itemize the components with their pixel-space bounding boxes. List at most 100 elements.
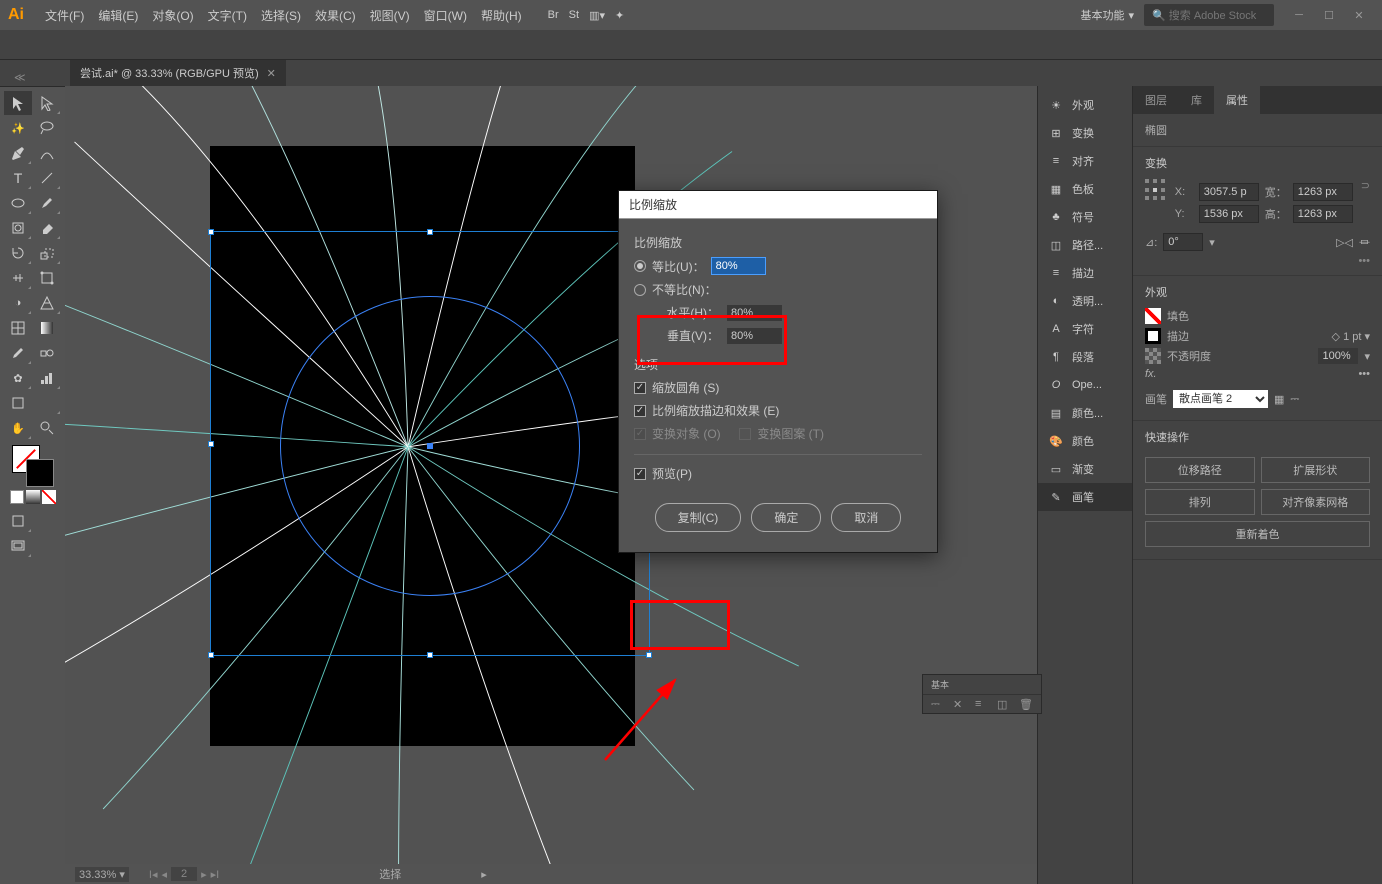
ok-button[interactable]: 确定	[751, 503, 821, 532]
stock-search[interactable]: 🔍 搜索 Adobe Stock	[1144, 4, 1274, 26]
menu-edit[interactable]: 编辑(E)	[92, 3, 144, 28]
fill-swatch-small[interactable]	[1145, 308, 1161, 324]
menu-help[interactable]: 帮助(H)	[475, 3, 528, 28]
hand-tool[interactable]: ✋	[4, 416, 32, 440]
opacity-dropdown-icon[interactable]: ▾	[1364, 350, 1370, 363]
brush-panel-icon[interactable]: ⎓	[1290, 393, 1299, 406]
zoom-tool[interactable]	[33, 416, 61, 440]
panel-stroke[interactable]: ≡描边	[1038, 259, 1132, 287]
brush-select[interactable]: 散点画笔 2	[1173, 390, 1268, 408]
horizontal-input[interactable]	[727, 305, 782, 321]
menu-select[interactable]: 选择(S)	[255, 3, 307, 28]
brush-lib-icon-2[interactable]: ⎓	[931, 698, 945, 712]
lasso-tool[interactable]	[33, 116, 61, 140]
panel-brushes[interactable]: ✎画笔	[1038, 483, 1132, 511]
panel-symbols[interactable]: ♣符号	[1038, 203, 1132, 231]
panel-transparency[interactable]: ◐透明...	[1038, 287, 1132, 315]
arrange-icon[interactable]: ▥▾	[589, 9, 605, 22]
type-tool[interactable]: T	[4, 166, 32, 190]
more-appearance-icon[interactable]: •••	[1358, 368, 1370, 380]
x-input[interactable]	[1199, 183, 1259, 201]
stroke-swatch[interactable]	[26, 459, 54, 487]
arrange-button[interactable]: 排列	[1145, 489, 1255, 515]
panel-transform[interactable]: ⊞变换	[1038, 119, 1132, 147]
panel-color-guide[interactable]: ▤颜色...	[1038, 399, 1132, 427]
mesh-tool[interactable]	[4, 316, 32, 340]
graph-tool[interactable]	[33, 366, 61, 390]
none-mode-icon[interactable]	[42, 490, 56, 504]
panel-color[interactable]: 🎨颜色	[1038, 427, 1132, 455]
tab-layers[interactable]: 图层	[1133, 86, 1179, 114]
curvature-tool[interactable]	[33, 141, 61, 165]
delete-brush-icon[interactable]: 🗑	[1019, 698, 1033, 712]
artboard-tool[interactable]	[4, 391, 32, 415]
uniform-input[interactable]	[711, 257, 766, 275]
new-brush-icon[interactable]: ◫	[997, 698, 1011, 712]
dock-tab-handle[interactable]: 基本	[931, 678, 949, 691]
document-tab[interactable]: 尝试.ai* @ 33.33% (RGB/GPU 预览) ✕	[70, 60, 286, 86]
free-transform-tool[interactable]	[33, 266, 61, 290]
scale-tool[interactable]	[33, 241, 61, 265]
zoom-select[interactable]: 33.33% ▾	[75, 867, 129, 882]
pixel-align-button[interactable]: 对齐像素网格	[1261, 489, 1371, 515]
menu-type[interactable]: 文字(T)	[202, 3, 253, 28]
uniform-radio[interactable]	[634, 260, 646, 272]
expand-shape-button[interactable]: 扩展形状	[1261, 457, 1371, 483]
screen-mode-icon[interactable]	[4, 534, 32, 558]
brushes-dock[interactable]: 基本 ⎓ ✕ ≡ ◫ 🗑	[922, 674, 1042, 714]
maximize-button[interactable]: ☐	[1314, 5, 1344, 25]
stroke-weight-stepper[interactable]: ◇ 1 pt ▾	[1332, 330, 1370, 343]
menu-object[interactable]: 对象(O)	[146, 3, 199, 28]
rotate-tool[interactable]	[4, 241, 32, 265]
color-mode-icon[interactable]	[10, 490, 24, 504]
fx-button[interactable]: fx.	[1145, 368, 1157, 380]
next-artboard-icon[interactable]: ▸	[201, 868, 207, 881]
perspective-tool[interactable]	[33, 291, 61, 315]
tab-properties[interactable]: 属性	[1214, 86, 1260, 114]
opacity-input[interactable]	[1318, 348, 1358, 364]
panel-pathfinder[interactable]: ◫路径...	[1038, 231, 1132, 259]
brush-options-icon[interactable]: ≡	[975, 698, 989, 712]
tab-libraries[interactable]: 库	[1179, 86, 1214, 114]
recolor-button[interactable]: 重新着色	[1145, 521, 1370, 547]
stock-icon[interactable]: St	[569, 9, 579, 21]
paintbrush-tool[interactable]	[33, 191, 61, 215]
nonuniform-radio[interactable]	[634, 284, 646, 296]
cancel-button[interactable]: 取消	[831, 503, 901, 532]
preview-check[interactable]	[634, 468, 646, 480]
menu-view[interactable]: 视图(V)	[364, 3, 416, 28]
link-wh-icon[interactable]: ⊃	[1361, 179, 1370, 227]
reference-point-icon[interactable]	[1145, 179, 1167, 203]
scroll-right-icon[interactable]: ▸	[481, 868, 487, 881]
color-swatches[interactable]	[12, 445, 54, 487]
more-options-icon[interactable]: •••	[1145, 255, 1370, 267]
minimize-button[interactable]: ─	[1284, 5, 1314, 25]
panel-swatches[interactable]: ▦色板	[1038, 175, 1132, 203]
panel-gradient[interactable]: ▭渐变	[1038, 455, 1132, 483]
eyedropper-tool[interactable]	[4, 341, 32, 365]
prev-artboard-icon[interactable]: ◂	[161, 868, 167, 881]
gradient-tool[interactable]	[33, 316, 61, 340]
height-input[interactable]	[1293, 205, 1353, 223]
stroke-swatch-small[interactable]	[1145, 328, 1161, 344]
gradient-mode-icon[interactable]	[26, 490, 40, 504]
angle-input[interactable]	[1163, 233, 1203, 251]
draw-mode-icon[interactable]	[4, 509, 32, 533]
magic-wand-tool[interactable]: ✨	[4, 116, 32, 140]
last-artboard-icon[interactable]: ▸I	[211, 868, 220, 881]
first-artboard-icon[interactable]: I◂	[149, 868, 158, 881]
eraser-tool[interactable]	[33, 216, 61, 240]
panel-character[interactable]: A字符	[1038, 315, 1132, 343]
tab-expand-icon[interactable]: ≪	[8, 69, 32, 86]
menu-file[interactable]: 文件(F)	[39, 3, 90, 28]
symbol-sprayer-tool[interactable]: ✿	[4, 366, 32, 390]
shaper-tool[interactable]	[4, 216, 32, 240]
panel-appearance[interactable]: ☀外观	[1038, 91, 1132, 119]
panel-paragraph[interactable]: ¶段落	[1038, 343, 1132, 371]
selection-tool[interactable]	[4, 91, 32, 115]
flip-h-icon[interactable]: ▷◁	[1336, 236, 1353, 249]
scale-corners-check[interactable]	[634, 382, 646, 394]
width-tool[interactable]	[4, 266, 32, 290]
ellipse-tool[interactable]	[4, 191, 32, 215]
vertical-input[interactable]	[727, 328, 782, 344]
